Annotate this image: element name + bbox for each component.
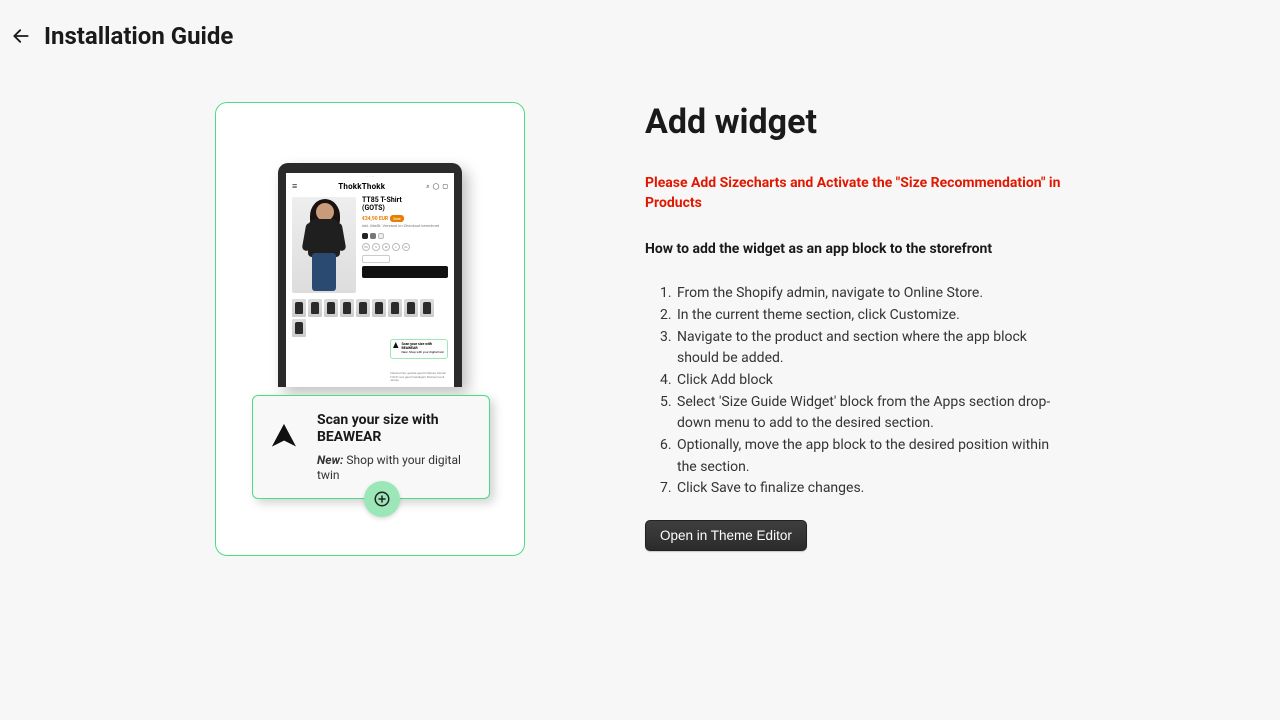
- plus-badge-icon: [364, 481, 400, 517]
- product-meta: inkl. MwSt. Versand im Checkout berechne…: [362, 224, 448, 229]
- illustration-card: ··· ··· ··· ≡ ThokkThokk ⌕◯▢ TT85 T-Shir…: [215, 102, 525, 556]
- triangle-icon: [393, 342, 399, 348]
- scan-card-title-l2: BEAWEAR: [317, 429, 381, 445]
- tablet-brand: ThokkThokk: [338, 182, 385, 191]
- back-arrow-icon[interactable]: [10, 25, 32, 47]
- product-info: TT85 T-Shirt (GOTS) €34,90 EURSale inkl.…: [362, 197, 448, 293]
- warning-text: Please Add Sizecharts and Activate the "…: [645, 174, 1065, 213]
- section-heading: Add widget: [645, 102, 1065, 142]
- tablet-header-icons: ⌕ ◯▢: [426, 183, 448, 191]
- quantity-selector: [362, 255, 390, 263]
- product-title-line2: (GOTS): [362, 205, 448, 213]
- product-thumbnails: [286, 296, 454, 340]
- beawear-logo-icon: [269, 420, 299, 452]
- step-item: From the Shopify admin, navigate to Onli…: [675, 283, 1065, 305]
- content-area: ··· ··· ··· ≡ ThokkThokk ⌕◯▢ TT85 T-Shir…: [0, 72, 1280, 556]
- user-icon: ◯: [433, 183, 440, 191]
- step-item: Click Save to finalize changes.: [675, 478, 1065, 500]
- tablet-header: ≡ ThokkThokk ⌕ ◯▢: [286, 179, 454, 194]
- step-item: In the current theme section, click Cust…: [675, 305, 1065, 327]
- search-icon: ⌕: [426, 183, 429, 191]
- cart-icon: ▢: [442, 183, 448, 191]
- add-to-cart-button: [362, 266, 448, 278]
- product-description: Klassisches, gerade geschnittenes Damen …: [390, 372, 448, 383]
- page-title: Installation Guide: [44, 22, 233, 50]
- tablet-body: TT85 T-Shirt (GOTS) €34,90 EURSale inkl.…: [286, 194, 454, 296]
- scan-mini-title: Scan your size with BEAWEAR: [402, 342, 445, 350]
- product-image: [292, 197, 356, 293]
- size-options: XSSMLXL: [362, 243, 448, 251]
- tablet-mockup: ··· ··· ··· ≡ ThokkThokk ⌕◯▢ TT85 T-Shir…: [278, 163, 462, 387]
- scan-card-title-l1: Scan your size with: [317, 412, 439, 428]
- open-theme-editor-button[interactable]: Open in Theme Editor: [645, 520, 807, 551]
- step-item: Select 'Size Guide Widget' block from th…: [675, 392, 1065, 435]
- page-header: Installation Guide: [0, 0, 1280, 72]
- instructions-panel: Add widget Please Add Sizecharts and Act…: [645, 102, 1065, 556]
- scan-mini-card: Scan your size with BEAWEARNew: Shop wit…: [390, 339, 448, 359]
- product-price: €34,90 EUR: [362, 216, 388, 222]
- scan-mini-sub: New: Shop with your digital twin: [402, 350, 444, 354]
- step-item: Click Add block: [675, 370, 1065, 392]
- instructions-subheading: How to add the widget as an app block to…: [645, 241, 1065, 257]
- sale-badge: Sale: [390, 215, 404, 222]
- scan-card-sub-prefix: New:: [317, 453, 343, 467]
- color-swatches: [362, 233, 448, 239]
- hamburger-icon: ≡: [292, 181, 297, 192]
- step-item: Optionally, move the app block to the de…: [675, 435, 1065, 478]
- steps-list: From the Shopify admin, navigate to Onli…: [645, 283, 1065, 500]
- step-item: Navigate to the product and section wher…: [675, 327, 1065, 370]
